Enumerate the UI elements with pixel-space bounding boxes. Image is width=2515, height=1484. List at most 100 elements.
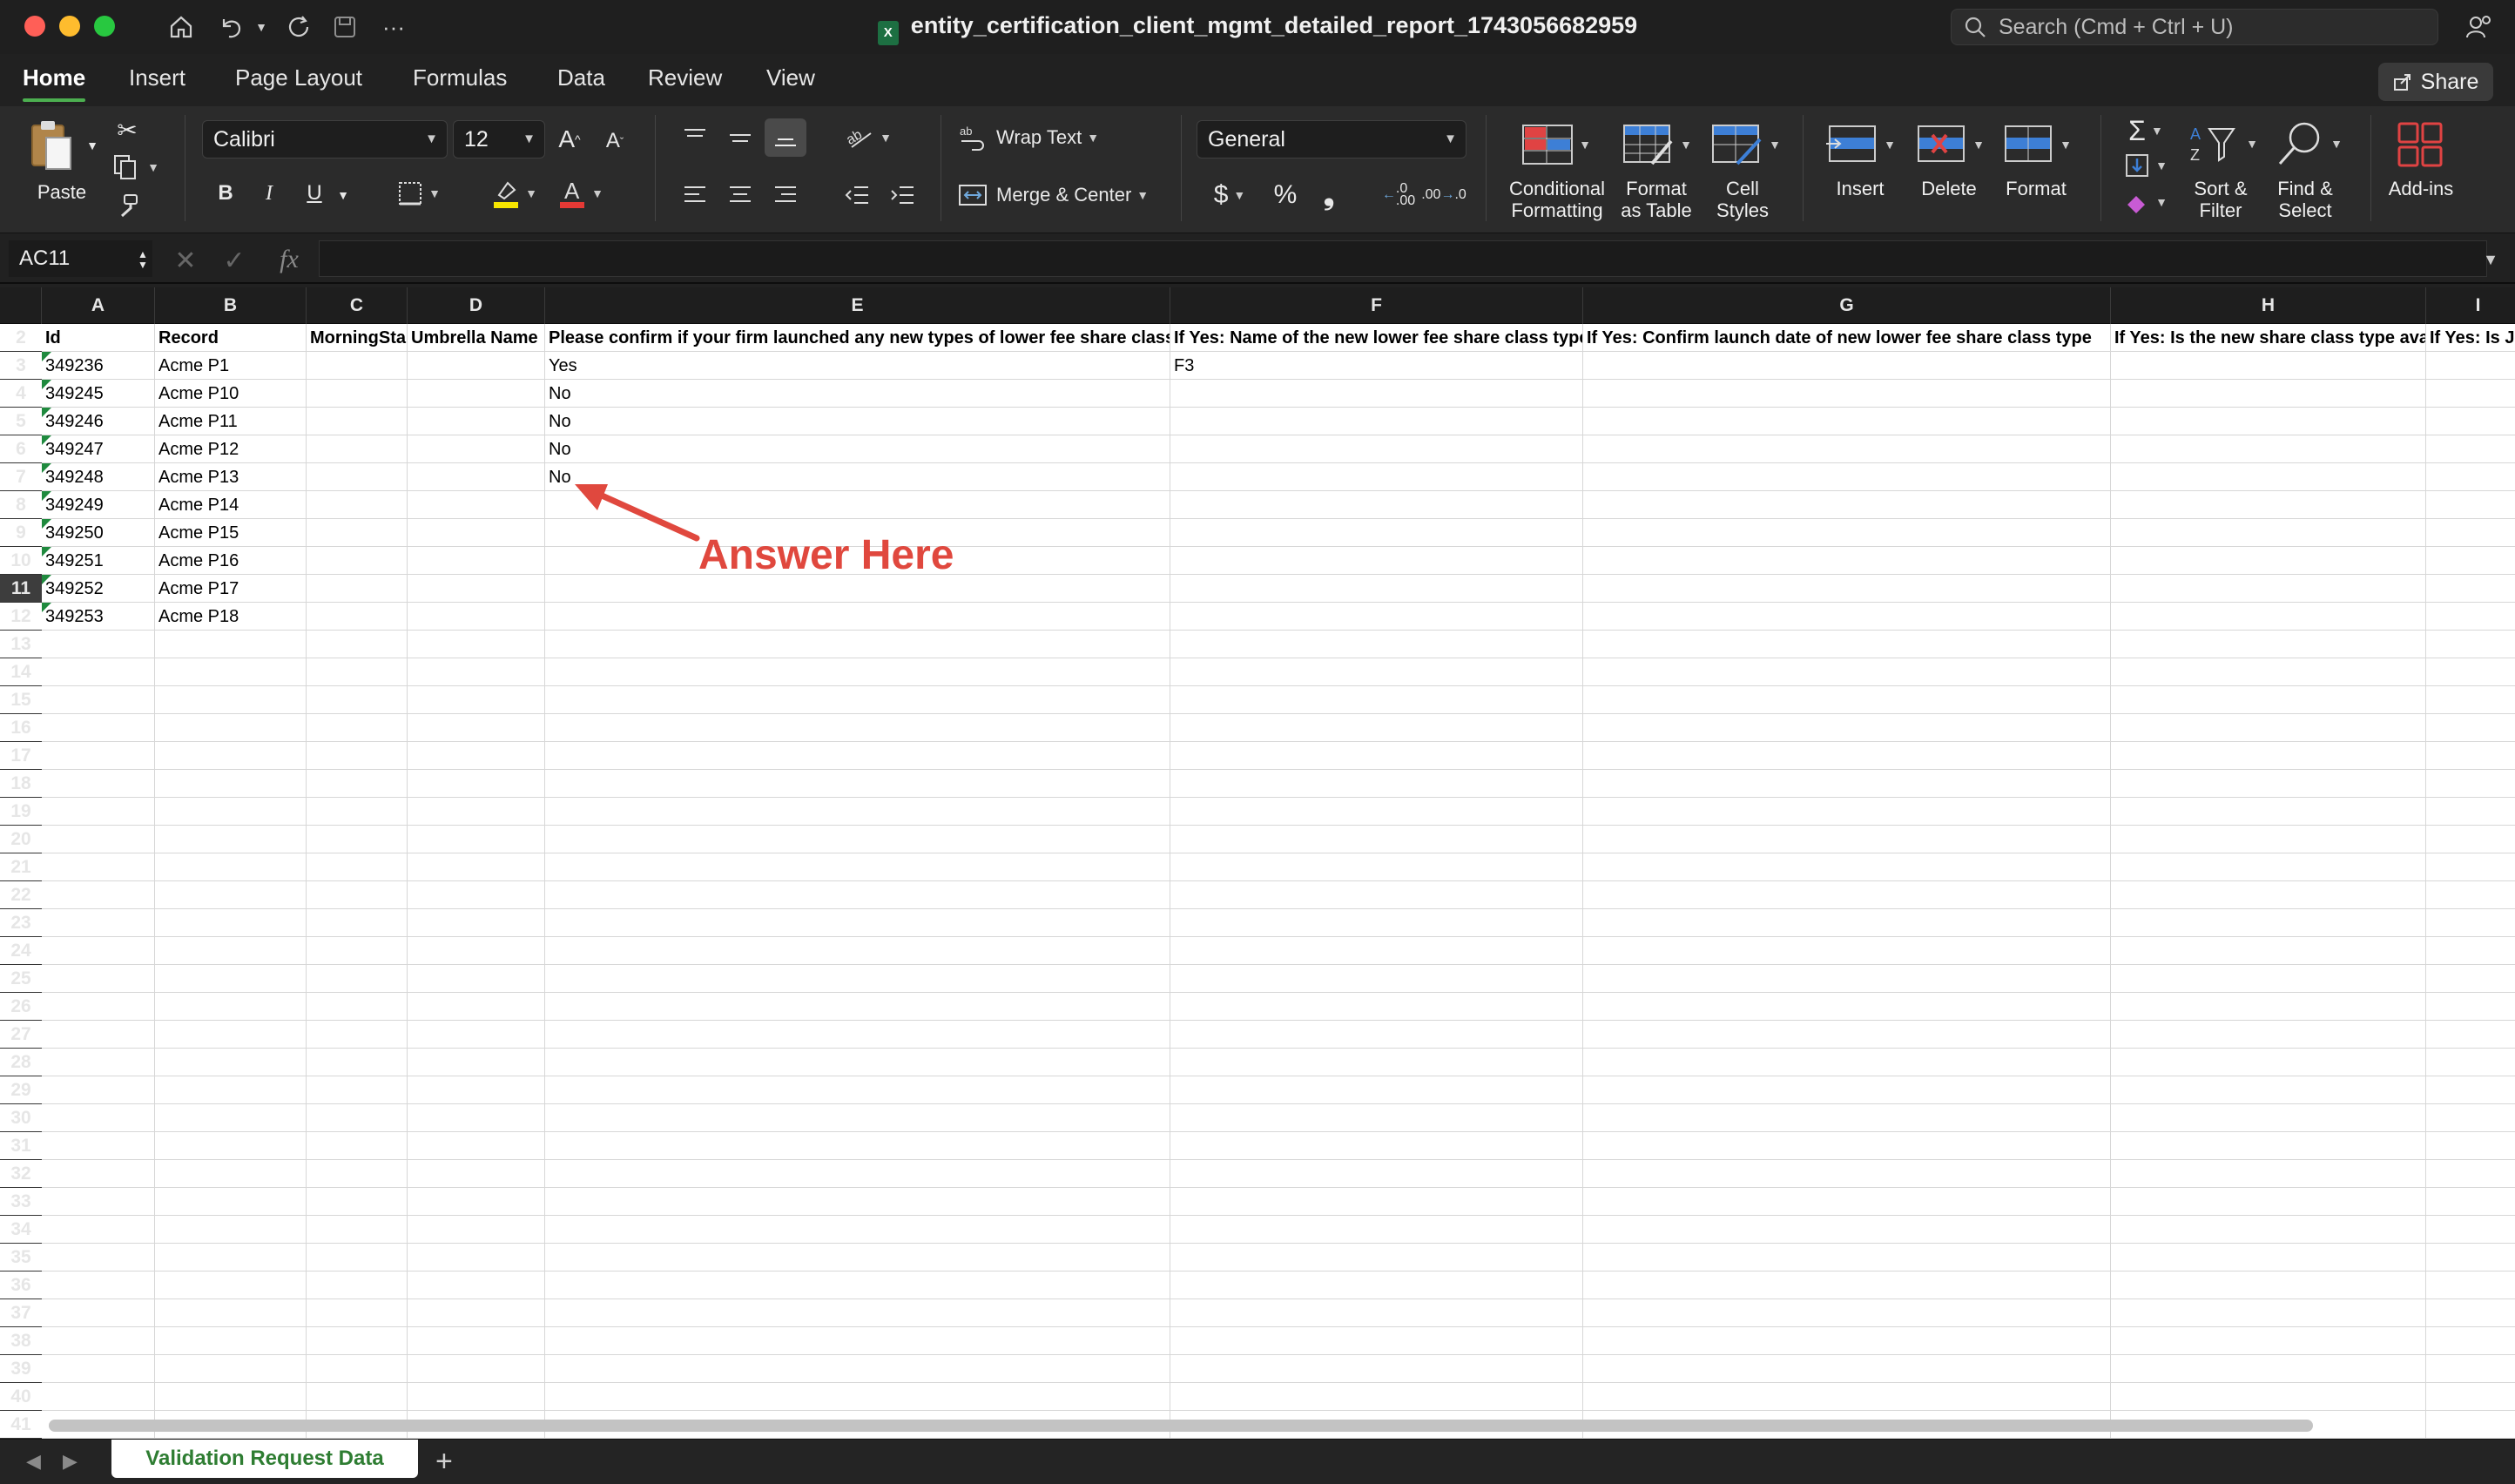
row-header-34[interactable]: 34 bbox=[0, 1216, 42, 1244]
find-select-button[interactable]: ▼ bbox=[2269, 117, 2348, 171]
tab-home[interactable]: Home bbox=[23, 64, 86, 102]
decrease-font-size-button[interactable]: Aˇ bbox=[599, 124, 630, 159]
tab-insert[interactable]: Insert bbox=[129, 64, 185, 91]
sort-filter-button[interactable]: A Z ▼ bbox=[2184, 117, 2262, 171]
row-header-36[interactable]: 36 bbox=[0, 1272, 42, 1299]
row-header-21[interactable]: 21 bbox=[0, 853, 42, 881]
share-class-name-cell[interactable] bbox=[1170, 463, 1582, 491]
fill-color-button[interactable]: ▼ bbox=[484, 174, 545, 212]
cell-styles-button[interactable]: ▼ bbox=[1707, 118, 1785, 171]
name-box[interactable]: AC11 bbox=[9, 240, 152, 277]
row-header-16[interactable]: 16 bbox=[0, 714, 42, 742]
clear-button[interactable]: ▼ bbox=[2118, 186, 2174, 218]
row-header-39[interactable]: 39 bbox=[0, 1355, 42, 1383]
copy-icon[interactable]: ▼ bbox=[110, 152, 162, 183]
align-middle-icon[interactable] bbox=[723, 122, 758, 153]
add-ins-button[interactable] bbox=[2390, 118, 2451, 171]
expand-formula-bar-icon[interactable]: ▼ bbox=[2475, 244, 2506, 275]
row-header-28[interactable]: 28 bbox=[0, 1049, 42, 1076]
share-class-name-cell[interactable] bbox=[1170, 575, 1582, 603]
tab-data[interactable]: Data bbox=[557, 64, 605, 91]
align-bottom-icon[interactable] bbox=[765, 118, 806, 157]
row-header-18[interactable]: 18 bbox=[0, 770, 42, 798]
decrease-indent-icon[interactable] bbox=[839, 179, 874, 211]
add-sheet-button[interactable]: + bbox=[435, 1445, 453, 1479]
share-class-name-cell[interactable] bbox=[1170, 408, 1582, 435]
tab-review[interactable]: Review bbox=[648, 64, 722, 91]
align-right-icon[interactable] bbox=[768, 179, 803, 211]
header-cell[interactable]: If Yes: Name of the new lower fee share … bbox=[1170, 324, 1582, 352]
insert-cells-button[interactable]: ▼ bbox=[1824, 118, 1897, 171]
row-header-19[interactable]: 19 bbox=[0, 798, 42, 826]
decrease-decimal-icon[interactable]: .00 → .0 bbox=[1421, 178, 1467, 212]
align-center-icon[interactable] bbox=[723, 179, 758, 211]
row-header-20[interactable]: 20 bbox=[0, 826, 42, 853]
row-header-17[interactable]: 17 bbox=[0, 742, 42, 770]
align-top-icon[interactable] bbox=[678, 122, 712, 153]
font-size-select[interactable]: 12 ▼ bbox=[453, 120, 545, 159]
text-orientation-button[interactable]: ab ▼ bbox=[839, 120, 897, 155]
increase-decimal-icon[interactable]: ← .0.00 bbox=[1379, 178, 1418, 212]
format-cells-button[interactable]: ▼ bbox=[1999, 118, 2073, 171]
align-left-icon[interactable] bbox=[678, 179, 712, 211]
share-class-name-cell[interactable] bbox=[1170, 491, 1582, 519]
share-class-name-cell[interactable] bbox=[1170, 603, 1582, 631]
paste-dropdown-icon[interactable]: ▼ bbox=[84, 132, 101, 159]
row-header-29[interactable]: 29 bbox=[0, 1076, 42, 1104]
header-cell[interactable]: If Yes: Is J bbox=[2426, 324, 2515, 352]
search-box[interactable]: Search (Cmd + Ctrl + U) bbox=[1951, 9, 2438, 45]
number-format-select[interactable]: General ▼ bbox=[1197, 120, 1467, 159]
row-header-33[interactable]: 33 bbox=[0, 1188, 42, 1216]
fill-button[interactable]: ▼ bbox=[2118, 150, 2174, 181]
share-class-name-cell[interactable] bbox=[1170, 380, 1582, 408]
bold-button[interactable]: B bbox=[212, 176, 239, 211]
comma-style-button[interactable]: ❟ bbox=[1313, 178, 1345, 212]
row-header-30[interactable]: 30 bbox=[0, 1104, 42, 1132]
formula-input[interactable] bbox=[319, 240, 2487, 277]
font-name-select[interactable]: Calibri ▼ bbox=[202, 120, 448, 159]
insert-function-button[interactable]: fx bbox=[272, 244, 307, 275]
share-class-name-cell[interactable] bbox=[1170, 435, 1582, 463]
borders-button[interactable]: ▼ bbox=[388, 176, 449, 211]
row-header-23[interactable]: 23 bbox=[0, 909, 42, 937]
row-header-24[interactable]: 24 bbox=[0, 937, 42, 965]
column-header-f[interactable]: F bbox=[1170, 287, 1583, 324]
tab-formulas[interactable]: Formulas bbox=[413, 64, 507, 91]
column-header-h[interactable]: H bbox=[2111, 287, 2426, 324]
autosum-button[interactable]: Σ ▼ bbox=[2118, 115, 2174, 146]
cancel-entry-icon[interactable]: ✕ bbox=[171, 246, 200, 275]
row-header-40[interactable]: 40 bbox=[0, 1383, 42, 1411]
row-header-31[interactable]: 31 bbox=[0, 1132, 42, 1160]
increase-font-size-button[interactable]: A ^ bbox=[554, 122, 585, 157]
wrap-text-button[interactable]: ab Wrap Text ▼ bbox=[958, 120, 1167, 155]
currency-button[interactable]: $ ▼ bbox=[1202, 178, 1258, 212]
format-painter-icon[interactable] bbox=[111, 190, 143, 221]
row-header-26[interactable]: 26 bbox=[0, 993, 42, 1021]
name-box-stepper[interactable]: ▲ ▼ bbox=[132, 242, 153, 277]
header-cell[interactable]: If Yes: Is the new share class type avai… bbox=[2111, 324, 2425, 352]
italic-button[interactable]: I bbox=[256, 176, 282, 211]
row-header-22[interactable]: 22 bbox=[0, 881, 42, 909]
header-cell[interactable]: If Yes: Confirm launch date of new lower… bbox=[1583, 324, 2110, 352]
conditional-formatting-button[interactable]: ▼ bbox=[1517, 118, 1595, 171]
column-header-i[interactable]: I bbox=[2426, 287, 2515, 324]
tab-page-layout[interactable]: Page Layout bbox=[235, 64, 362, 91]
sheet-tab-validation-request-data[interactable]: Validation Request Data bbox=[111, 1440, 418, 1478]
account-icon[interactable] bbox=[2461, 10, 2496, 44]
increase-indent-icon[interactable] bbox=[885, 179, 920, 211]
share-class-name-cell[interactable] bbox=[1170, 519, 1582, 547]
column-header-g[interactable]: G bbox=[1583, 287, 2111, 324]
row-header-38[interactable]: 38 bbox=[0, 1327, 42, 1355]
underline-button[interactable]: U bbox=[301, 176, 327, 211]
spreadsheet-grid[interactable]: ABCDEFGHI 2 3 4 5 6 7 8 9 10 11 12 13 14 15 16 17 18 19 20… bbox=[0, 287, 2515, 1439]
cut-icon[interactable]: ✂ bbox=[113, 115, 141, 145]
row-header-32[interactable]: 32 bbox=[0, 1160, 42, 1188]
row-header-14[interactable]: 14 bbox=[0, 658, 42, 686]
font-color-button[interactable]: A ▼ bbox=[550, 174, 611, 212]
format-as-table-button[interactable]: ▼ bbox=[1618, 118, 1696, 171]
underline-dropdown-icon[interactable]: ▼ bbox=[333, 178, 354, 212]
row-header-25[interactable]: 25 bbox=[0, 965, 42, 993]
row-header-27[interactable]: 27 bbox=[0, 1021, 42, 1049]
share-button[interactable]: Share bbox=[2378, 63, 2493, 101]
delete-cells-button[interactable]: ▼ bbox=[1912, 118, 1986, 171]
